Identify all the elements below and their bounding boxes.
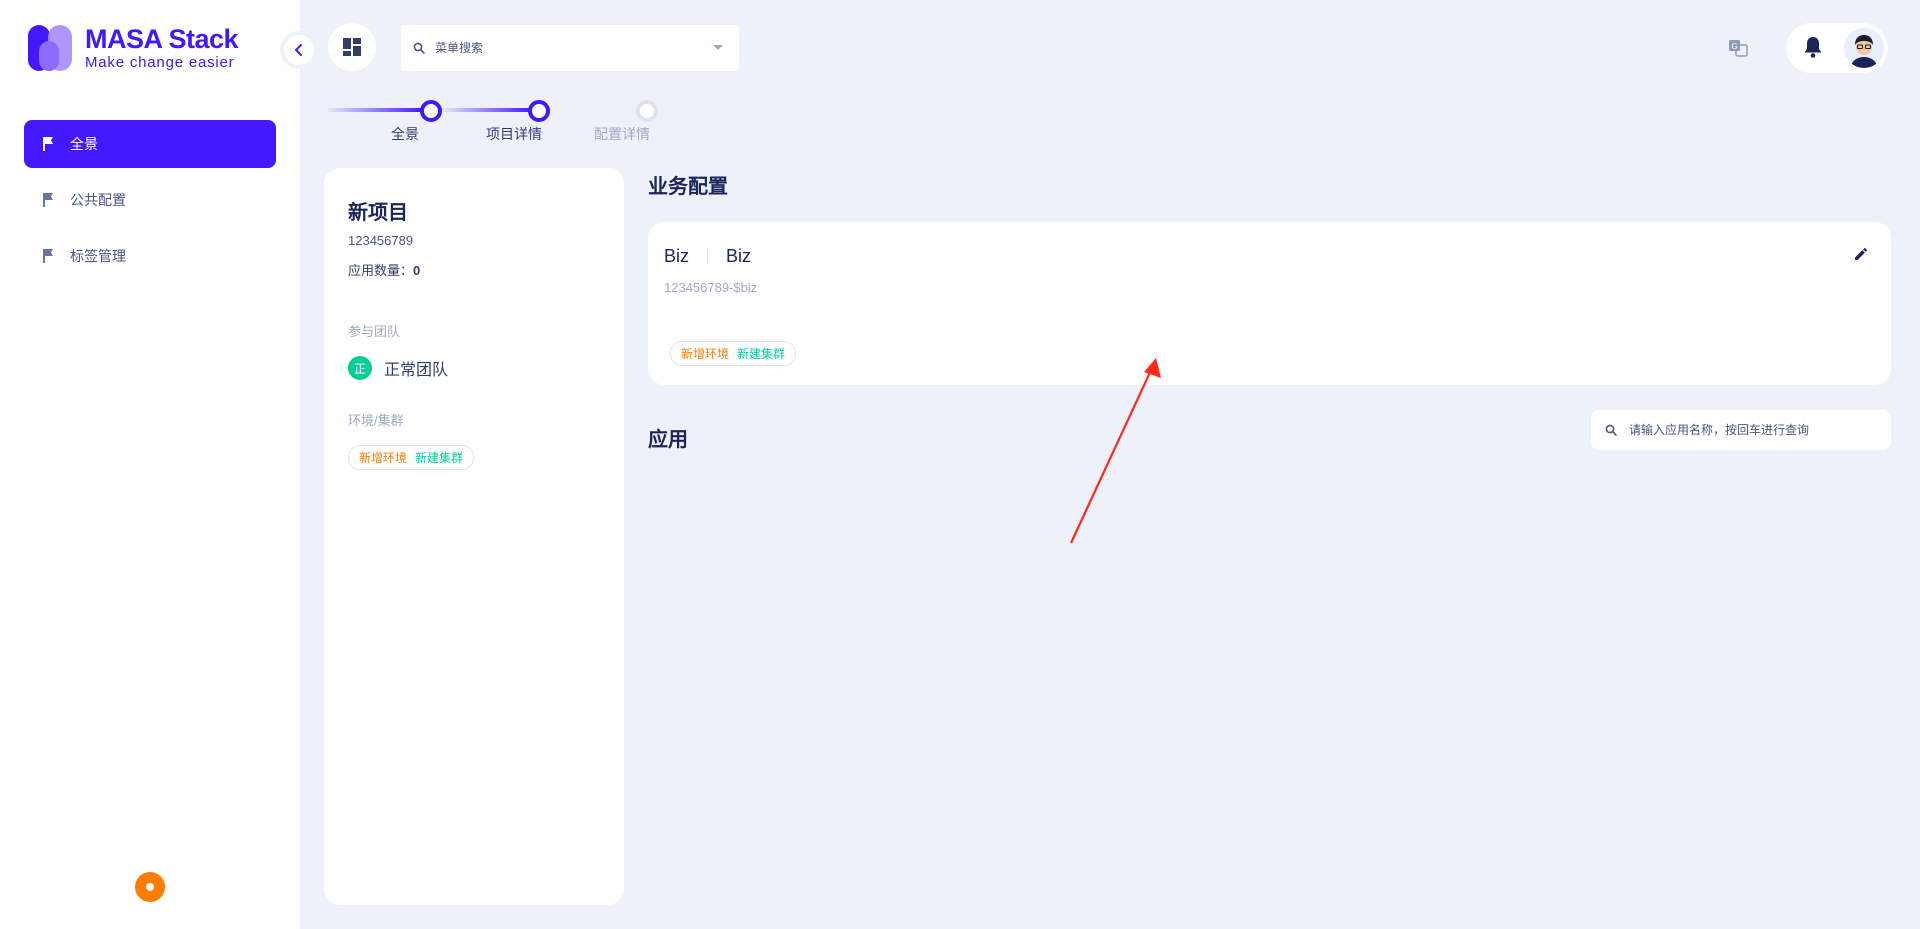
flag-icon [43,137,53,151]
business-config-title: 业务配置 [648,176,728,198]
team-section-label: 参与团队 [348,324,401,339]
translate-icon: G [1729,40,1748,57]
floating-action-button[interactable] [135,872,165,902]
brand-title: MASA Stack [85,24,239,54]
business-config-card[interactable]: Biz Biz 123456789-$biz 新增环境 新建集群 [648,222,1891,385]
search-icon [413,42,425,54]
divider [707,249,709,264]
annotation-arrow [1070,358,1161,544]
menu-search[interactable] [401,25,739,71]
chevron-left-icon [295,44,302,56]
step-label-project-detail[interactable]: 项目详情 [469,124,559,144]
svg-text:G: G [1732,42,1738,51]
flag-icon [43,193,53,207]
project-id: 123456789 [348,233,414,248]
biz-env-cluster-chip[interactable]: 新增环境 新建集群 [670,341,797,366]
edit-button[interactable] [1853,246,1869,267]
biz-card-header: Biz Biz [664,246,751,267]
dashboard-icon [343,38,361,56]
step-label-config-detail: 配置详情 [594,126,650,142]
sidebar: MASA Stack Make change easier 全景 公共配置 标签… [0,0,300,929]
biz-identity: Biz [726,246,752,266]
team-badge: 正 [348,356,372,380]
sidebar-item-label-management[interactable]: 标签管理 [24,232,276,280]
search-icon [1605,424,1617,436]
sidebar-item-label: 标签管理 [70,248,126,264]
dashboard-grid-button[interactable] [328,23,376,71]
brand-subtitle: Make change easier [85,54,235,71]
menu-search-input[interactable] [435,41,695,55]
bell-icon[interactable] [1802,35,1824,59]
avatar-image [1844,28,1884,68]
sidebar-item-label: 全景 [70,136,98,152]
step-circle-project-detail[interactable] [528,100,550,122]
step-circle-config-detail [636,100,658,122]
add-env-link[interactable]: 新增环境 [359,449,407,466]
add-env-link[interactable]: 新增环境 [681,345,729,362]
new-cluster-link[interactable]: 新建集群 [415,449,463,466]
app-search-input[interactable] [1629,423,1879,437]
sidebar-nav: 全景 公共配置 标签管理 [24,120,276,288]
chevron-down-icon[interactable] [713,45,723,50]
step-circle-overview[interactable] [420,100,442,122]
sidebar-item-overview[interactable]: 全景 [24,120,276,168]
apps-title: 应用 [648,429,688,451]
step-label-overview[interactable]: 全景 [360,124,450,144]
team-item: 正 正常团队 [348,356,600,380]
flag-icon [43,249,53,263]
app-search[interactable] [1591,410,1891,450]
project-name: 新项目 [348,202,408,224]
app-count: 应用数量：0 [348,263,421,278]
avatar[interactable] [1844,28,1884,68]
sidebar-item-label: 公共配置 [70,192,126,208]
language-switch-button[interactable]: G [1724,34,1752,62]
env-section-label: 环境/集群 [348,413,404,428]
env-cluster-chip[interactable]: 新增环境 新建集群 [348,445,475,470]
logo-mark-icon [28,25,73,71]
team-name: 正常团队 [384,362,449,379]
project-card: 新项目 123456789 应用数量：0 参与团队 正 正常团队 环境/集群 新… [324,168,624,905]
biz-name: Biz [664,246,690,266]
brand-logo[interactable]: MASA Stack Make change easier [28,24,239,71]
new-cluster-link[interactable]: 新建集群 [737,345,785,362]
progress-steps: 全景 项目详情 配置详情 [328,100,658,150]
biz-id: 123456789-$biz [664,280,758,295]
pencil-icon [1855,247,1868,260]
sidebar-collapse-button[interactable] [280,31,318,69]
user-menu [1786,23,1888,73]
sidebar-item-public-config[interactable]: 公共配置 [24,176,276,224]
